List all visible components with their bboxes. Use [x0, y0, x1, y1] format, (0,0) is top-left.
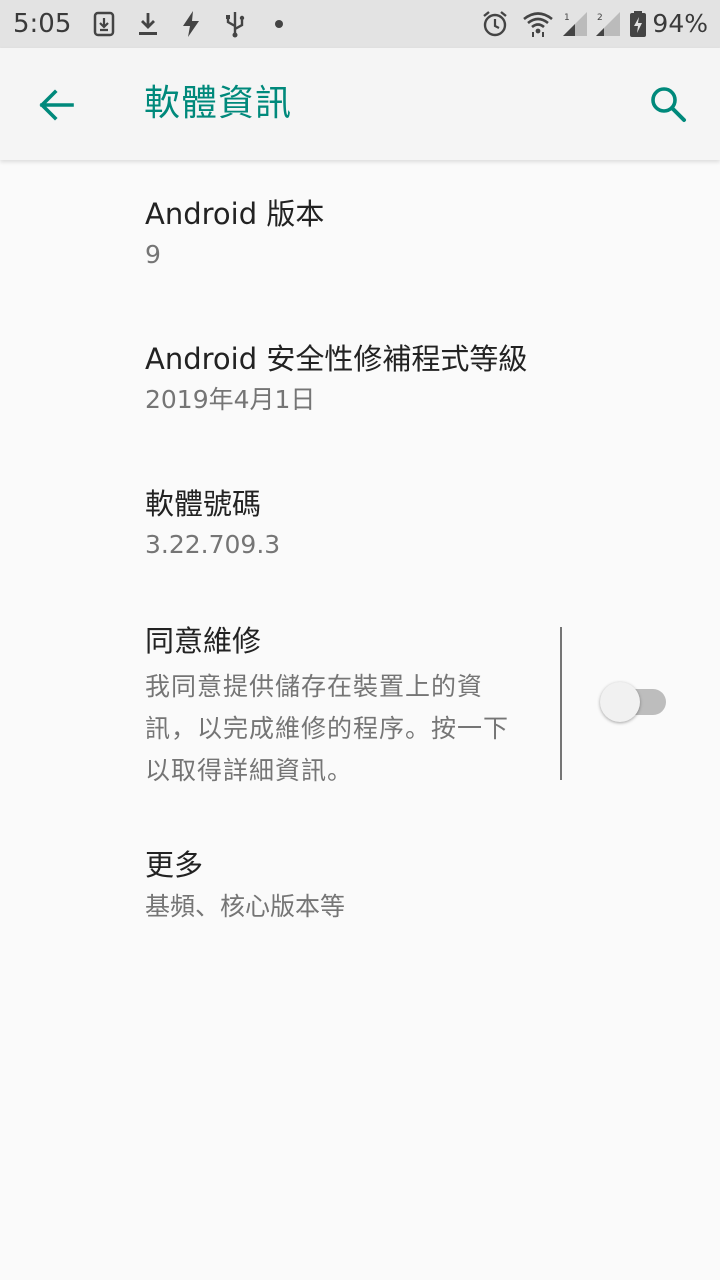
list-item-more[interactable]: 更多 基頻、核心版本等: [0, 825, 720, 965]
pref-title: 軟體號碼: [145, 487, 262, 521]
wifi-icon: [523, 12, 553, 37]
list-item-software-number[interactable]: 軟體號碼 3.22.709.3: [0, 450, 720, 595]
list-item-repair-consent[interactable]: 同意維修 我同意提供儲存在裝置上的資訊，以完成維修的程序。按一下以取得詳細資訊。: [0, 595, 720, 825]
alarm-icon: [483, 11, 507, 37]
list-item-android-version[interactable]: Android 版本 9: [0, 160, 720, 305]
flash-icon: [183, 11, 199, 37]
status-bar: 5:05 1 2 94%: [0, 0, 720, 48]
signal-icon: 1: [563, 12, 587, 36]
download-icon: [139, 13, 157, 35]
pref-summary: 9: [145, 240, 161, 269]
battery-charging-icon: [630, 11, 646, 37]
pref-title: 同意維修: [145, 624, 262, 658]
pref-summary: 2019年4月1日: [145, 385, 316, 414]
pref-title: Android 安全性修補程式等級: [145, 342, 528, 376]
svg-text:2: 2: [597, 13, 603, 23]
page-title: 軟體資訊: [144, 83, 293, 124]
pref-summary: 我同意提供儲存在裝置上的資訊，以完成維修的程序。按一下以取得詳細資訊。: [145, 672, 510, 785]
repair-consent-switch[interactable]: [600, 682, 668, 722]
switch-thumb: [600, 682, 640, 722]
svg-text:1: 1: [564, 13, 570, 23]
dot-icon: [275, 20, 283, 28]
status-time: 5:05: [13, 9, 72, 39]
search-icon[interactable]: [640, 76, 698, 134]
pref-summary: 基頻、核心版本等: [145, 892, 346, 921]
list-item-security-patch[interactable]: Android 安全性修補程式等級 2019年4月1日: [0, 305, 720, 450]
pref-title: Android 版本: [145, 197, 325, 231]
battery-percent: 94%: [652, 9, 708, 38]
pref-summary: 3.22.709.3: [145, 530, 281, 559]
app-bar: 軟體資訊: [0, 48, 720, 160]
switch-divider: [560, 627, 562, 780]
back-arrow-icon[interactable]: [28, 76, 86, 134]
usb-icon: [226, 12, 245, 38]
signal-icon-2: 2: [596, 12, 620, 36]
download-box-icon: [93, 11, 115, 37]
pref-title: 更多: [145, 848, 204, 882]
